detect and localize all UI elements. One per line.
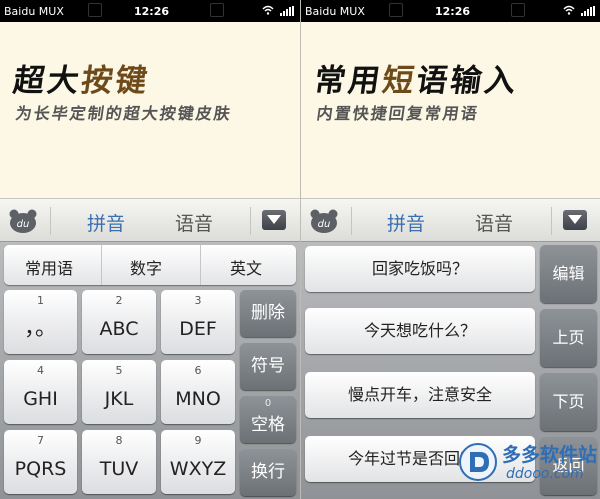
key-label: ，。 — [23, 316, 57, 341]
keyboard-mode-tabs: 常用语 数字 英文 — [4, 245, 296, 285]
promo-banner: 常用短语输入 内置快捷回复常用语 — [301, 22, 600, 198]
promo-banner: 超大按键 为长毕定制的超大按键皮肤 — [0, 22, 300, 198]
key-label: PQRS — [14, 458, 67, 480]
status-bar: Baidu MUX 12:26 — [0, 0, 300, 22]
hide-keyboard-button[interactable] — [262, 210, 286, 230]
left-screenshot: Baidu MUX 12:26 超大按键 为长毕定制的超大按键皮肤 du 拼音 … — [0, 0, 300, 499]
key-number: 7 — [37, 434, 44, 447]
key-number: 6 — [194, 364, 202, 377]
logo-text: du — [17, 219, 30, 230]
ime-toolbar: du 拼音 语音 — [0, 198, 300, 242]
key-3[interactable]: 3 DEF — [161, 290, 235, 354]
banner-title-part1: 常用 — [311, 63, 386, 99]
key-number: 2 — [115, 294, 123, 307]
tab-pinyin[interactable]: 拼音 — [87, 209, 125, 236]
key-label: WXYZ — [169, 458, 227, 480]
banner-title: 超大按键 — [11, 55, 153, 100]
watermark-title: 多多软件站 — [502, 444, 598, 466]
status-time: 12:26 — [435, 5, 471, 18]
tab-english[interactable]: 英文 — [230, 255, 262, 279]
status-app-icon — [511, 3, 525, 17]
page-up-button[interactable]: 上页 — [540, 309, 597, 367]
key-label: JKL — [104, 388, 134, 410]
toolbar-divider — [551, 207, 552, 235]
page-down-button[interactable]: 下页 — [540, 373, 597, 431]
banner-title-plain: 超大 — [10, 63, 85, 99]
phrase-item[interactable]: 慢点开车，注意安全 — [305, 372, 535, 418]
banner-title-accent: 按键 — [78, 63, 153, 99]
wifi-icon — [262, 5, 274, 15]
toolbar-divider — [351, 207, 352, 235]
key-7[interactable]: 7 PQRS — [4, 430, 77, 494]
triangle-down-icon — [568, 215, 582, 224]
triangle-down-icon — [267, 215, 281, 224]
key-label: DEF — [179, 318, 217, 340]
status-app-icon — [389, 3, 403, 17]
hide-keyboard-button[interactable] — [563, 210, 587, 230]
key-1[interactable]: 1 ，。 — [4, 290, 77, 354]
key-label: ABC — [99, 318, 139, 340]
status-app-icon — [88, 3, 102, 17]
wifi-icon — [563, 5, 575, 15]
space-key-number: 0 — [264, 398, 272, 409]
status-bar: Baidu MUX 12:26 — [301, 0, 600, 22]
tab-numbers[interactable]: 数字 — [130, 255, 162, 279]
banner-title-part2: 语输入 — [413, 63, 522, 99]
logo-text: du — [318, 219, 331, 230]
toolbar-divider — [50, 207, 51, 235]
signal-bars-icon — [280, 6, 294, 16]
carrier-label: Baidu MUX — [305, 5, 365, 18]
banner-title-accent: 短 — [379, 63, 420, 99]
enter-key[interactable]: 换行 — [240, 449, 296, 496]
watermark-url: ddooo.com — [506, 466, 584, 482]
key-5[interactable]: 5 JKL — [82, 360, 156, 424]
key-label: MNO — [175, 388, 221, 410]
bear-du-icon[interactable]: du — [8, 208, 38, 234]
key-label: GHI — [23, 388, 58, 410]
tab-common-phrases[interactable]: 常用语 — [25, 255, 73, 279]
key-number: 9 — [194, 434, 202, 447]
tab-pinyin[interactable]: 拼音 — [387, 209, 425, 236]
key-number: 3 — [194, 294, 202, 307]
status-time: 12:26 — [134, 5, 170, 18]
key-2[interactable]: 2 ABC — [82, 290, 156, 354]
status-app-icon — [210, 3, 224, 17]
tab-divider — [101, 245, 102, 285]
tab-divider — [200, 245, 201, 285]
bear-du-icon[interactable]: du — [309, 208, 339, 234]
key-number: 4 — [37, 364, 44, 377]
tab-voice[interactable]: 语音 — [475, 209, 513, 236]
delete-key[interactable]: 删除 — [240, 290, 296, 337]
key-8[interactable]: 8 TUV — [82, 430, 156, 494]
tab-voice[interactable]: 语音 — [175, 209, 213, 236]
banner-subtitle: 为长毕定制的超大按键皮肤 — [14, 104, 234, 123]
edit-button[interactable]: 编辑 — [540, 245, 597, 303]
key-label: TUV — [99, 458, 139, 480]
key-number: 1 — [37, 294, 44, 307]
space-key-label: 空格 — [251, 415, 285, 435]
phrase-item[interactable]: 回家吃饭吗？ — [305, 246, 535, 292]
key-9[interactable]: 9 WXYZ — [161, 430, 235, 494]
key-number: 5 — [115, 364, 123, 377]
keyboard-t9: 常用语 数字 英文 1 ，。 2 ABC 3 DEF 4 GHI 5 JKL 6… — [0, 242, 300, 499]
banner-subtitle: 内置快捷回复常用语 — [315, 104, 481, 123]
toolbar-divider — [250, 207, 251, 235]
key-6[interactable]: 6 MNO — [161, 360, 235, 424]
key-4[interactable]: 4 GHI — [4, 360, 77, 424]
ddooo-logo-icon — [459, 443, 497, 481]
site-watermark: 多多软件站 ddooo.com — [458, 436, 598, 496]
signal-bars-icon — [581, 6, 595, 16]
ime-toolbar: du 拼音 语音 — [301, 198, 600, 242]
right-screenshot: Baidu MUX 12:26 常用短语输入 内置快捷回复常用语 du 拼音 语… — [300, 0, 600, 499]
symbol-key[interactable]: 符号 — [240, 343, 296, 390]
space-key[interactable]: 0 空格 — [240, 396, 296, 443]
phrase-item[interactable]: 今天想吃什么？ — [305, 308, 535, 354]
carrier-label: Baidu MUX — [4, 5, 64, 18]
banner-title: 常用短语输入 — [312, 55, 522, 100]
key-number: 8 — [115, 434, 123, 447]
